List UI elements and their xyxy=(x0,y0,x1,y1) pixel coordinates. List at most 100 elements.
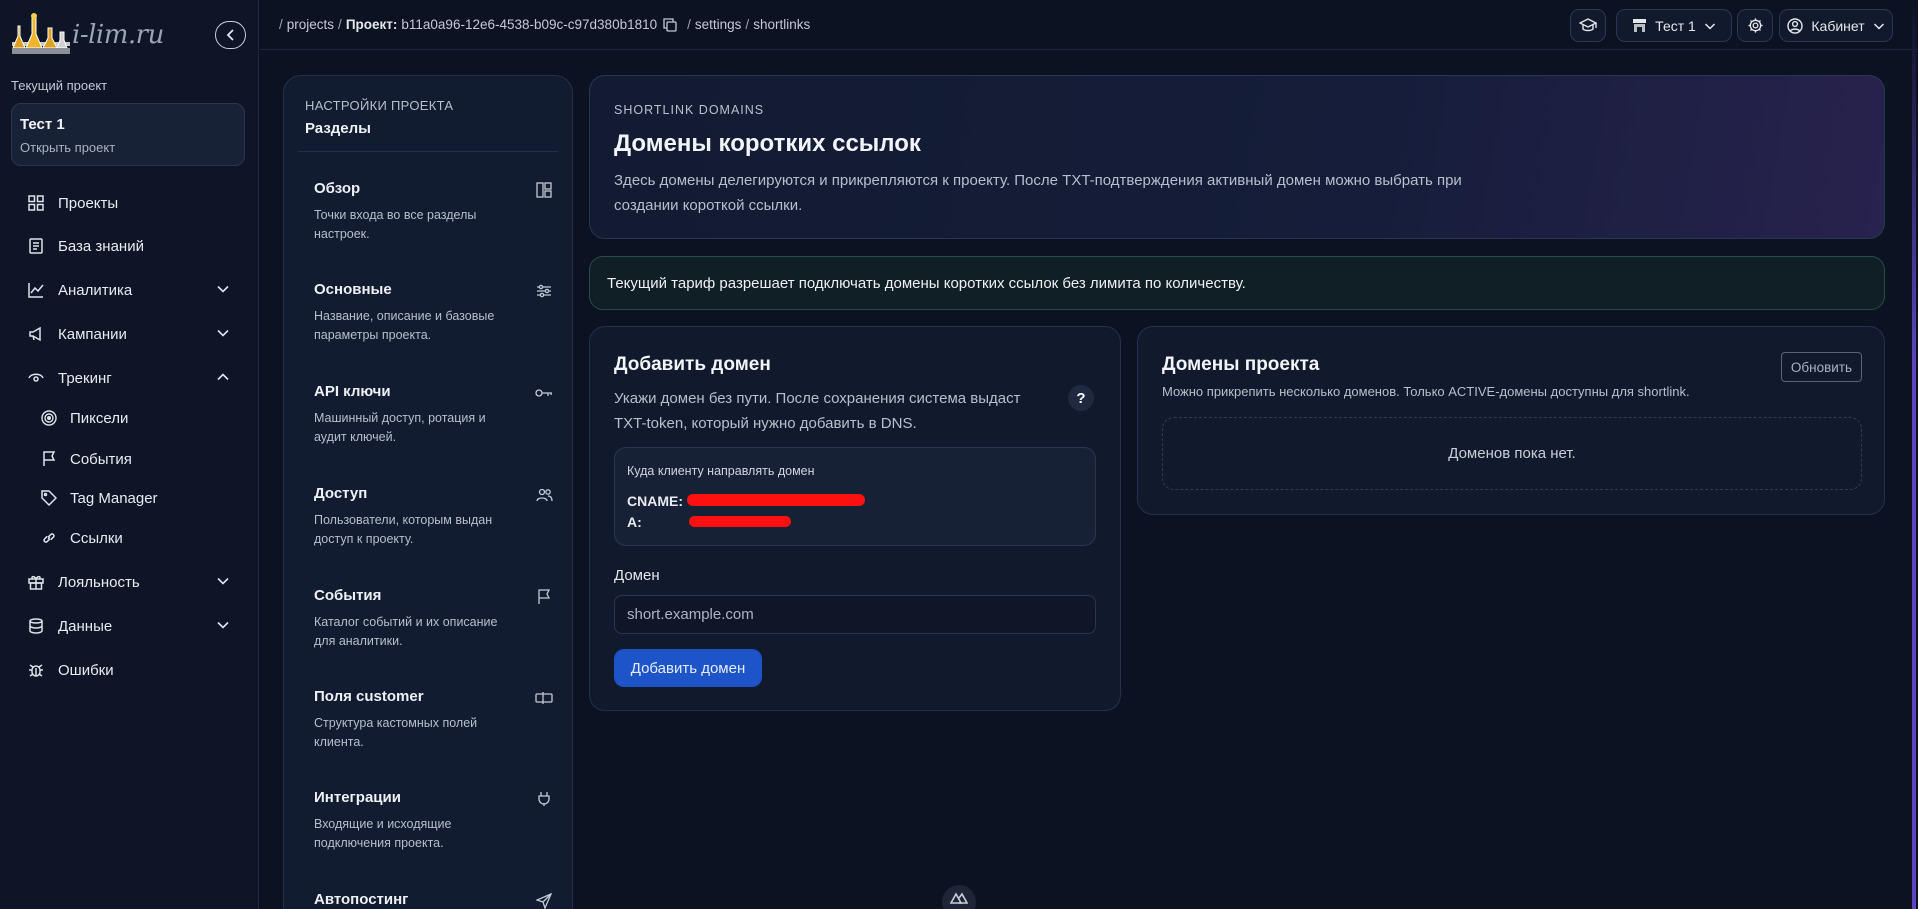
chevron-down-icon xyxy=(216,282,230,300)
breadcrumb-settings[interactable]: settings xyxy=(695,17,742,32)
chevron-down-icon xyxy=(216,326,230,344)
database-icon xyxy=(26,616,46,636)
flasks-logo-icon xyxy=(12,13,70,54)
sidebar-subitem-label: Ссылки xyxy=(70,529,123,547)
project-domains-title: Домены проекта xyxy=(1162,354,1320,375)
section-item-general[interactable]: Основные Название, описание и базовые па… xyxy=(314,281,554,345)
project-domains-card: Домены проекта Можно прикрепить нескольк… xyxy=(1137,326,1885,515)
section-item-desc: Точки входа во все разделы настроек. xyxy=(314,208,477,241)
breadcrumb-project-id[interactable]: b11a0a96-12e6-4538-b09c-c97d380b1810 xyxy=(401,17,657,32)
section-item-desc: Каталог событий и их описание для аналит… xyxy=(314,615,498,648)
breadcrumb-projects[interactable]: projects xyxy=(287,17,334,32)
fields-icon xyxy=(534,688,554,708)
sidebar-subitem-pixels[interactable]: Пиксели xyxy=(40,407,230,429)
sidebar-item-knowledge-base[interactable]: База знаний xyxy=(26,234,234,258)
dns-target-caption: Куда клиенту направлять домен xyxy=(627,464,815,478)
plug-icon xyxy=(534,789,554,809)
sidebar-item-campaigns[interactable]: Кампании xyxy=(26,322,234,346)
open-project-link[interactable]: Открыть проект xyxy=(20,140,236,155)
user-circle-icon xyxy=(1787,17,1804,34)
sidebar-item-label: Аналитика xyxy=(58,281,133,299)
grid-icon xyxy=(26,193,46,213)
breadcrumb-project-label: Проект: xyxy=(345,17,398,32)
project-selector[interactable]: Тест 1 xyxy=(1616,9,1732,42)
sidebar-subitem-links[interactable]: Ссылки xyxy=(40,527,230,549)
add-domain-card: Добавить домен Укажи домен без пути. Пос… xyxy=(589,326,1121,711)
key-icon xyxy=(534,383,554,403)
sidebar-item-label: Проекты xyxy=(58,194,119,212)
section-item-overview[interactable]: Обзор Точки входа во все разделы настрое… xyxy=(314,180,554,244)
link-icon xyxy=(40,529,58,547)
flag-icon xyxy=(534,587,554,607)
section-item-customer-fields[interactable]: Поля customer Структура кастомных полей … xyxy=(314,688,554,752)
sidebar-item-analytics[interactable]: Аналитика xyxy=(26,278,234,302)
plan-notice: Текущий тариф разрешает подключать домен… xyxy=(589,256,1885,310)
sidebar-item-label: Трекинг xyxy=(58,369,112,387)
logo[interactable]: i-lim.ru xyxy=(12,12,172,58)
copy-icon[interactable] xyxy=(663,17,677,32)
sidebar-item-label: Лояльность xyxy=(58,573,140,591)
a-record-label: A: xyxy=(627,514,642,530)
layout-icon xyxy=(534,180,554,200)
chevron-down-icon xyxy=(1704,22,1715,30)
sidebar-item-label: Ошибки xyxy=(58,661,114,679)
framework-badge[interactable] xyxy=(942,885,976,909)
sidebar-subitem-events[interactable]: События xyxy=(40,448,230,470)
sidebar-item-tracking[interactable]: Трекинг xyxy=(26,366,234,390)
book-icon xyxy=(26,236,46,256)
section-item-autoposting[interactable]: Автопостинг xyxy=(314,891,554,909)
section-item-title: API ключи xyxy=(314,383,391,400)
domain-input[interactable] xyxy=(614,595,1096,634)
current-project-label: Текущий проект xyxy=(11,78,108,93)
sidebar-item-data[interactable]: Данные xyxy=(26,614,234,638)
sidebar-subitem-tag-manager[interactable]: Tag Manager xyxy=(40,487,230,509)
redaction-mark xyxy=(687,494,865,506)
tag-icon xyxy=(40,489,58,507)
collapse-sidebar-button[interactable] xyxy=(215,21,246,49)
graduation-cap-icon xyxy=(1579,17,1597,31)
page-description: Здесь домены делегируются и прикрепляютс… xyxy=(614,172,1462,214)
account-menu-label: Кабинет xyxy=(1811,17,1865,34)
sidebar-item-projects[interactable]: Проекты xyxy=(26,191,234,215)
section-item-desc: Структура кастомных полей клиента. xyxy=(314,716,478,749)
users-icon xyxy=(534,485,554,505)
page-header: SHORTLINK DOMAINS Домены коротких ссылок… xyxy=(589,75,1885,239)
section-item-access[interactable]: Доступ Пользователи, которым выдан досту… xyxy=(314,485,554,549)
section-item-title: Поля customer xyxy=(314,688,424,705)
account-menu-button[interactable]: Кабинет xyxy=(1779,9,1893,42)
sidebar-item-errors[interactable]: Ошибки xyxy=(26,658,234,682)
settings-sections-panel: НАСТРОЙКИ ПРОЕКТА Разделы Обзор Точки вх… xyxy=(283,75,573,909)
sidebar-subitem-label: События xyxy=(70,450,132,468)
help-icon[interactable]: ? xyxy=(1068,385,1094,411)
refresh-button[interactable]: Обновить xyxy=(1781,352,1862,382)
breadcrumb-shortlinks: shortlinks xyxy=(753,17,811,32)
learning-button[interactable] xyxy=(1570,9,1606,42)
settings-button[interactable] xyxy=(1737,9,1773,42)
gift-icon xyxy=(26,572,46,592)
dns-target-box: Куда клиенту направлять домен CNAME: A: xyxy=(614,447,1096,546)
add-domain-button[interactable]: Добавить домен xyxy=(614,649,762,687)
domain-field-label: Домен xyxy=(614,567,660,584)
chart-icon xyxy=(26,280,46,300)
section-item-title: Доступ xyxy=(314,485,368,502)
flag-icon xyxy=(40,450,58,468)
chevron-up-icon xyxy=(216,370,230,388)
chevron-left-icon xyxy=(226,29,234,41)
add-domain-title: Добавить домен xyxy=(614,354,771,375)
scrollbar[interactable] xyxy=(1912,0,1916,909)
store-icon xyxy=(1633,19,1647,32)
page-title: Домены коротких ссылок xyxy=(614,130,921,157)
section-item-api-keys[interactable]: API ключи Машинный доступ, ротация и ауд… xyxy=(314,383,554,447)
breadcrumb: / projects / Проект: b11a0a96-12e6-4538-… xyxy=(279,17,811,32)
chevron-down-icon xyxy=(216,574,230,592)
current-project-card[interactable]: Тест 1 Открыть проект xyxy=(11,103,245,166)
section-item-events[interactable]: События Каталог событий и их описание дл… xyxy=(314,587,554,651)
section-item-title: Обзор xyxy=(314,180,361,197)
sidebar-item-loyalty[interactable]: Лояльность xyxy=(26,570,234,594)
sections-caption: НАСТРОЙКИ ПРОЕКТА xyxy=(305,98,454,113)
sidebar-item-label: Кампании xyxy=(58,325,127,343)
send-icon xyxy=(534,891,554,909)
empty-state: Доменов пока нет. xyxy=(1162,417,1862,490)
section-item-title: Автопостинг xyxy=(314,891,409,908)
section-item-integrations[interactable]: Интеграции Входящие и исходящие подключе… xyxy=(314,789,554,853)
